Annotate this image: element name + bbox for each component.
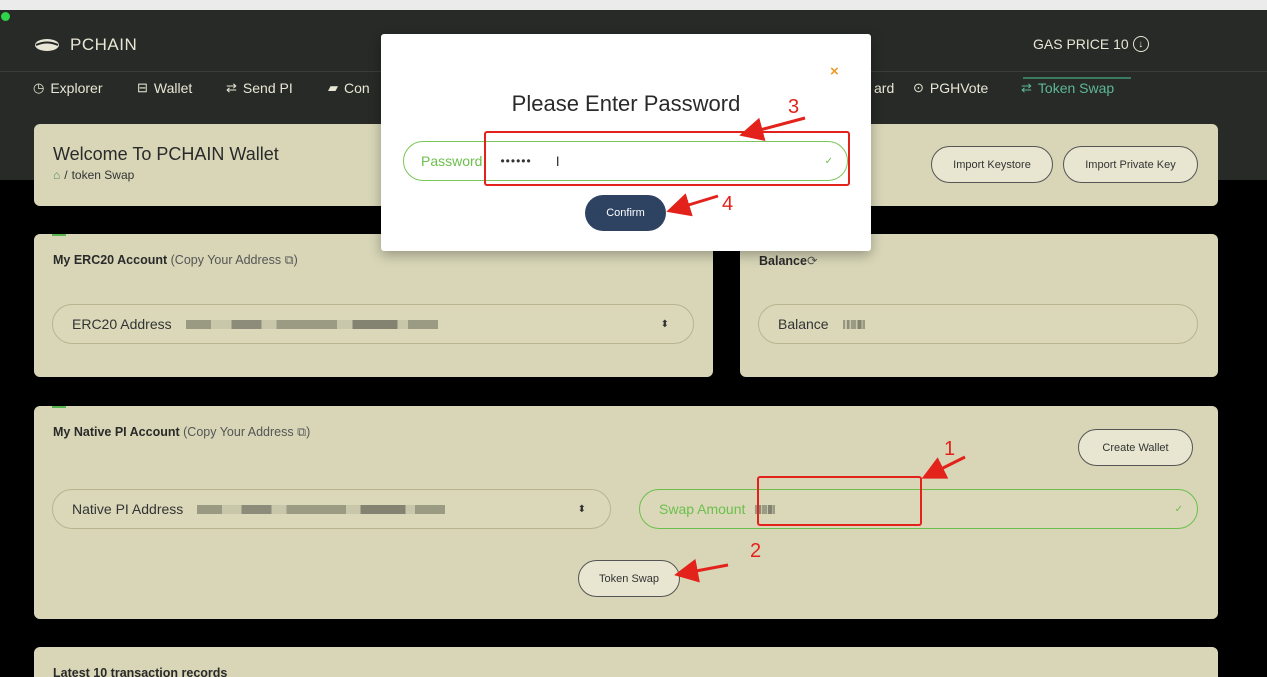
arrow-2 [674, 558, 729, 583]
arrow-3 [739, 116, 806, 141]
annotation-arrows [666, 116, 966, 583]
arrow-1 [921, 455, 966, 479]
arrow-4 [666, 193, 719, 217]
